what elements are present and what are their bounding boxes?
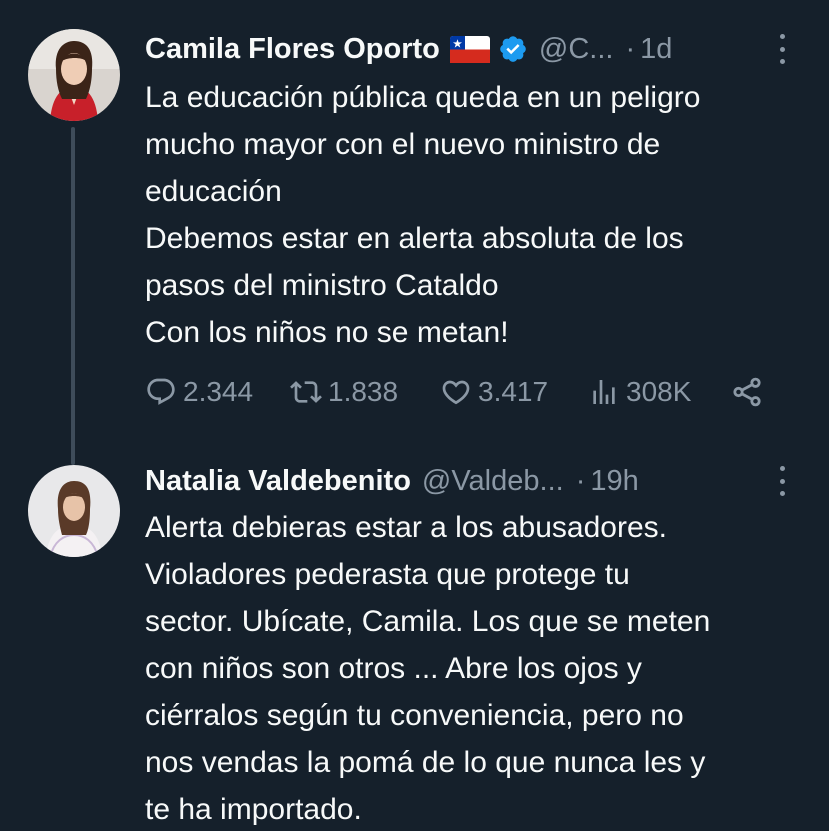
author-name[interactable]: Camila Flores Oporto: [145, 29, 440, 69]
avatar[interactable]: [28, 29, 120, 121]
tweet-text-line: Violadores pederasta que protege tu: [145, 558, 630, 591]
tweet-text-line: sector. Ubícate, Camila. Los que se mete…: [145, 605, 711, 638]
avatar-photo: [28, 29, 120, 121]
separator-dot: ·: [625, 33, 636, 65]
views-chart-icon: [593, 380, 615, 404]
tweet-text-line: mucho mayor con el nuevo ministro de: [145, 128, 661, 161]
tweet-text-line: educación: [145, 175, 282, 208]
avatar[interactable]: [28, 465, 120, 557]
chile-flag-icon: [449, 35, 490, 63]
thread-connector-line: [71, 127, 75, 465]
tweet-text: Alerta debieras estar a los abusadores. …: [145, 504, 815, 831]
tweet-header: Natalia Valdebenito @Valdeb... · 19h: [145, 461, 785, 501]
views-count: 308K: [626, 376, 692, 407]
tweet[interactable]: Natalia Valdebenito @Valdeb... · 19h Ale…: [0, 450, 829, 831]
retweet-button[interactable]: 1.838: [290, 376, 440, 408]
retweet-count: 1.838: [328, 376, 399, 407]
tweet-text: La educación pública queda en un peligro…: [145, 74, 815, 356]
tweet-text-line: ciérralos según tu conveniencia, pero no: [145, 699, 684, 732]
reply-button[interactable]: 2.344: [145, 376, 290, 408]
author-handle[interactable]: @Valdeb...: [422, 461, 564, 501]
tweet-text-line: con niños son otros ... Abre los ojos y: [145, 652, 642, 685]
tweet-actions: 2.344 1.838 3.417 308K: [145, 370, 764, 414]
views-button[interactable]: 308K: [588, 376, 738, 408]
tweet-text-line: Con los niños no se metan!: [145, 316, 509, 349]
heart-icon: [442, 380, 470, 405]
tweet-text-line: Debemos estar en alerta absoluta de los: [145, 222, 684, 255]
author-name[interactable]: Natalia Valdebenito: [145, 461, 411, 501]
tweet-text-line: te ha importado.: [145, 793, 362, 826]
more-options-icon[interactable]: [777, 34, 787, 64]
reply-count: 2.344: [183, 376, 254, 407]
tweet-text-line: nos vendas la pomá de lo que nunca les y: [145, 746, 706, 779]
share-button[interactable]: [730, 375, 764, 409]
tweet-text-line: La educación pública queda en un peligro: [145, 81, 701, 114]
retweet-icon: [290, 381, 322, 403]
more-options-icon[interactable]: [777, 466, 787, 496]
timestamp[interactable]: 19h: [590, 461, 638, 501]
like-button[interactable]: 3.417: [440, 376, 580, 408]
tweet[interactable]: Camila Flores Oporto @C... · 1d La educa…: [0, 0, 829, 465]
separator-dot: ·: [575, 465, 586, 497]
like-count: 3.417: [478, 376, 549, 407]
tweet-header: Camila Flores Oporto @C... · 1d: [145, 29, 785, 69]
timestamp[interactable]: 1d: [640, 29, 672, 69]
verified-badge-icon[interactable]: [498, 34, 528, 64]
tweet-text-line: Alerta debieras estar a los abusadores.: [145, 511, 667, 544]
avatar-photo: [28, 465, 120, 557]
author-handle[interactable]: @C...: [539, 29, 614, 69]
share-icon: [733, 377, 761, 407]
reply-icon: [147, 378, 175, 405]
tweet-text-line: pasos del ministro Cataldo: [145, 269, 499, 302]
reply-thread: Camila Flores Oporto @C... · 1d La educa…: [0, 0, 829, 831]
